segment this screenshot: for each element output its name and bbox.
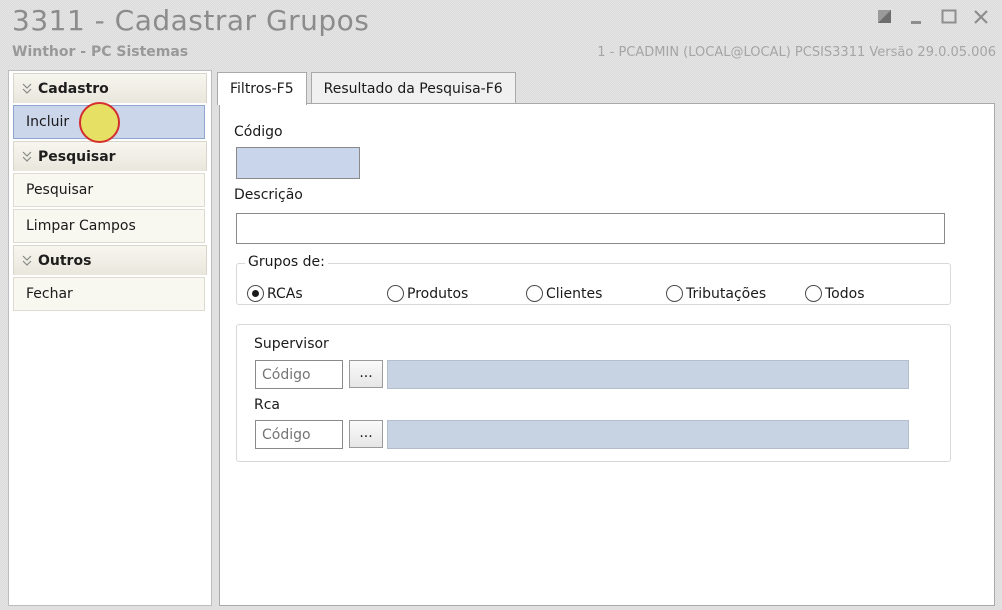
minimize-icon[interactable] [908,8,926,26]
close-icon[interactable] [972,8,990,26]
radio-selected-icon [247,285,264,302]
rca-codigo-input[interactable] [255,420,343,449]
action-sidebar: Cadastro Incluir Pesquisar Pesquisar Lim… [8,70,212,606]
group-header-outros[interactable]: Outros [13,245,207,275]
restore-icon[interactable] [876,8,894,26]
fechar-button[interactable]: Fechar [13,277,205,311]
item-label: Pesquisar [26,182,94,198]
window-subtitle: Winthor - PC Sistemas [12,44,189,60]
main-panel: Filtros-F5 Resultado da Pesquisa-F6 Códi… [213,70,996,606]
tab-resultado[interactable]: Resultado da Pesquisa-F6 [310,72,516,104]
pesquisar-button[interactable]: Pesquisar [13,173,205,207]
window-controls [876,8,990,26]
descricao-input[interactable] [236,213,945,244]
supervisor-label: Supervisor [254,336,329,352]
limpar-campos-button[interactable]: Limpar Campos [13,209,205,243]
tab-filtros[interactable]: Filtros-F5 [217,72,307,105]
status-line: 1 - PCADMIN (LOCAL@LOCAL) PCSIS3311 Vers… [597,45,996,60]
supervisor-rca-group: Supervisor ... Rca ... [236,324,951,462]
radio-unselected-icon [387,285,404,302]
supervisor-lookup-button[interactable]: ... [349,360,383,388]
grupos-de-group: Grupos de: RCAs Produtos Clientes Tribut… [236,254,951,305]
group-header-pesquisar[interactable]: Pesquisar [13,141,207,171]
group-title: Outros [38,252,92,269]
radio-label: Todos [825,285,865,302]
radio-label: Clientes [546,285,603,302]
radio-unselected-icon [666,285,683,302]
radio-produtos[interactable]: Produtos [387,285,468,302]
tab-label: Filtros-F5 [230,81,294,97]
collapse-chevron-icon [22,151,32,162]
group-header-cadastro[interactable]: Cadastro [13,73,207,103]
collapse-chevron-icon [22,255,32,266]
rca-label: Rca [254,397,281,413]
window-title: 3311 - Cadastrar Grupos [12,4,370,37]
descricao-label: Descrição [234,187,303,203]
radio-tributacoes[interactable]: Tributações [666,285,766,302]
group-title: Pesquisar [38,148,116,165]
item-label: Limpar Campos [26,218,136,234]
group-title: Cadastro [38,80,109,97]
radio-rcas[interactable]: RCAs [247,285,303,302]
maximize-icon[interactable] [940,8,958,26]
item-label: Fechar [26,286,73,302]
grupos-de-legend: Grupos de: [245,254,328,270]
radio-label: Tributações [686,285,767,302]
radio-unselected-icon [805,285,822,302]
tab-strip: Filtros-F5 Resultado da Pesquisa-F6 [217,72,520,105]
collapse-chevron-icon [22,83,32,94]
supervisor-codigo-input[interactable] [255,360,343,389]
radio-label: Produtos [407,285,469,302]
rca-description-field [387,420,909,449]
radio-label: RCAs [267,285,303,302]
codigo-label: Código [234,124,283,140]
radio-unselected-icon [526,285,543,302]
rca-lookup-button[interactable]: ... [349,420,383,448]
radio-todos[interactable]: Todos [805,285,864,302]
radio-clientes[interactable]: Clientes [526,285,602,302]
codigo-input[interactable] [236,147,360,179]
filters-tab-body: Código Descrição Grupos de: RCAs Produto… [219,103,995,606]
title-bar: 3311 - Cadastrar Grupos Winthor - PC Sis… [0,0,1002,66]
incluir-button[interactable]: Incluir [13,105,205,139]
supervisor-description-field [387,360,909,389]
tab-label: Resultado da Pesquisa-F6 [323,80,503,97]
item-label: Incluir [26,114,70,130]
